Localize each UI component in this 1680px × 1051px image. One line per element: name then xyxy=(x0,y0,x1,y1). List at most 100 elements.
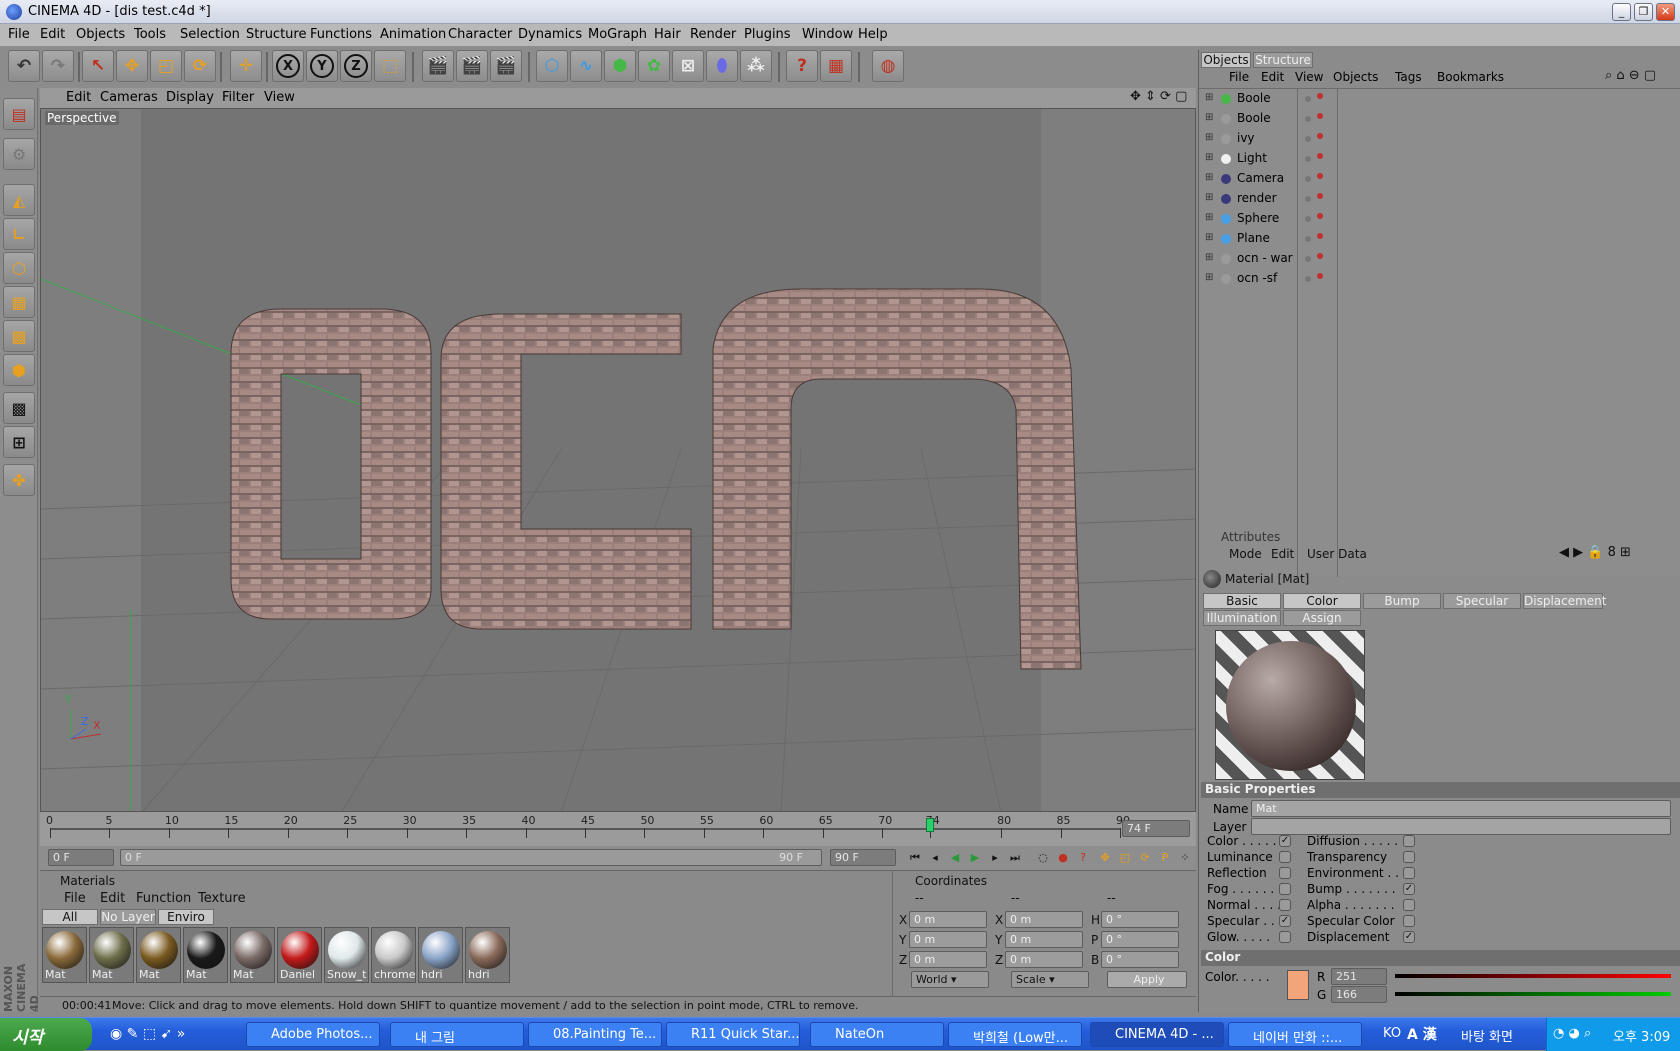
expand-icon[interactable]: ⊞ xyxy=(1205,152,1213,163)
expand-icon[interactable]: ⊞ xyxy=(1205,272,1213,283)
editor-visibility-dot[interactable] xyxy=(1305,216,1311,222)
timeline-ruler[interactable]: 051015202530354045505560657074808590 74 … xyxy=(40,812,1196,846)
cube-object-icon[interactable]: ⬡ xyxy=(536,50,568,82)
channel-checkbox[interactable] xyxy=(1279,851,1291,863)
menu-file[interactable]: File xyxy=(8,27,30,42)
expand-icon[interactable]: ⊞ xyxy=(1205,132,1213,143)
menu-animation[interactable]: Animation xyxy=(380,27,446,42)
editor-visibility-dot[interactable] xyxy=(1305,256,1311,262)
materials-menu-edit[interactable]: Edit xyxy=(100,891,125,906)
attr-tab-displacement[interactable]: Displacement xyxy=(1523,593,1607,609)
render-visibility-dot[interactable] xyxy=(1317,153,1323,159)
taskbar-item[interactable]: 박희철 (Low만... xyxy=(948,1022,1082,1047)
material-swatch[interactable]: chrome xyxy=(371,927,416,983)
rotation-key-icon[interactable]: ⟳ xyxy=(1136,849,1154,867)
object-name[interactable]: Boole xyxy=(1237,91,1271,105)
render-view-icon[interactable]: 🎬 xyxy=(422,50,454,82)
editor-visibility-dot[interactable] xyxy=(1305,196,1311,202)
live-selection-icon[interactable]: ↖ xyxy=(82,50,114,82)
render-settings-icon[interactable]: 🎬 xyxy=(490,50,522,82)
texture-mode-icon[interactable]: ▩ xyxy=(3,392,35,424)
play-backward-icon[interactable]: ◀ xyxy=(946,849,964,867)
spline-icon[interactable]: ∿ xyxy=(570,50,602,82)
material-swatch[interactable]: Snow_t xyxy=(324,927,369,983)
objects-menu-objects[interactable]: Objects xyxy=(1333,70,1378,84)
points-mode-icon[interactable]: ⬡ xyxy=(3,252,35,284)
object-row[interactable]: ⊞ render xyxy=(1199,189,1680,209)
render-visibility-dot[interactable] xyxy=(1317,253,1323,259)
go-to-start-icon[interactable]: ⏮ xyxy=(906,849,924,867)
editor-visibility-dot[interactable] xyxy=(1305,156,1311,162)
tray-icons[interactable]: ◔ ◕ ⌕ xyxy=(1553,1026,1591,1041)
material-swatch[interactable]: hdri xyxy=(465,927,510,983)
r-value-field[interactable]: 251 xyxy=(1331,968,1387,985)
attr-tab-bump[interactable]: Bump xyxy=(1363,593,1441,609)
material-preview[interactable] xyxy=(1215,630,1365,780)
object-name[interactable]: Light xyxy=(1237,151,1267,165)
end-frame-field[interactable]: 90 F xyxy=(830,849,896,866)
object-row[interactable]: ⊞ Sphere xyxy=(1199,209,1680,229)
render-visibility-dot[interactable] xyxy=(1317,113,1323,119)
menu-mograph[interactable]: MoGraph xyxy=(588,27,647,42)
editor-visibility-dot[interactable] xyxy=(1305,96,1311,102)
object-row[interactable]: ⊞ ivy xyxy=(1199,129,1680,149)
material-layer-field[interactable] xyxy=(1251,818,1671,835)
z-axis-lock-icon[interactable]: Z xyxy=(340,50,372,82)
channel-checkbox[interactable] xyxy=(1403,915,1415,927)
pla-key-icon[interactable]: ⁘ xyxy=(1176,849,1194,867)
material-swatch[interactable]: Mat xyxy=(230,927,275,983)
maximize-button[interactable]: ❐ xyxy=(1634,3,1653,21)
editor-visibility-dot[interactable] xyxy=(1305,236,1311,242)
render-visibility-dot[interactable] xyxy=(1317,213,1323,219)
taskbar-item[interactable]: 네이버 만화 ::... xyxy=(1228,1022,1362,1047)
object-name[interactable]: ocn - war xyxy=(1237,251,1293,265)
coord-value-field[interactable]: 0 m xyxy=(909,951,987,968)
material-name-field[interactable]: Mat xyxy=(1251,800,1671,817)
channel-checkbox[interactable]: ✓ xyxy=(1403,931,1415,943)
objects-search-icon[interactable]: ⌕ ⌂ ⊖ ▢ xyxy=(1605,68,1656,83)
taskbar-item[interactable]: CINEMA 4D - ... xyxy=(1090,1022,1224,1047)
attributes-nav-icons[interactable]: ◀ ▶ 🔒 8 ⊞ xyxy=(1559,545,1631,560)
particle-icon[interactable]: ⁂ xyxy=(740,50,772,82)
apply-button[interactable]: Apply xyxy=(1107,971,1187,988)
object-name[interactable]: Plane xyxy=(1237,231,1270,245)
channel-checkbox[interactable]: ✓ xyxy=(1279,915,1291,927)
preview-range-slider[interactable]: 0 F 90 F xyxy=(120,849,822,866)
render-visibility-dot[interactable] xyxy=(1317,93,1323,99)
material-swatch[interactable]: Mat xyxy=(136,927,181,983)
quick-launch-icons[interactable]: ◉ ✎ ⬚ ➹ » xyxy=(110,1026,185,1042)
materials-tab-no-layer[interactable]: No Layer xyxy=(100,909,156,925)
nurbs-icon[interactable]: ⬢ xyxy=(604,50,636,82)
perspective-viewport[interactable]: Perspective Y Z X xyxy=(40,108,1196,812)
objects-menu-bookmarks[interactable]: Bookmarks xyxy=(1437,70,1504,84)
menu-edit[interactable]: Edit xyxy=(40,27,65,42)
menu-plugins[interactable]: Plugins xyxy=(744,27,791,42)
world-axis-icon[interactable]: ✛ xyxy=(230,50,262,82)
expand-icon[interactable]: ⊞ xyxy=(1205,232,1213,243)
help-cursor-icon[interactable]: ? xyxy=(786,50,818,82)
channel-checkbox[interactable] xyxy=(1403,835,1415,847)
attributes-menu-edit[interactable]: Edit xyxy=(1271,547,1294,561)
tab-objects[interactable]: Objects xyxy=(1201,52,1251,68)
r-slider[interactable] xyxy=(1395,974,1671,978)
attr-tab-specular[interactable]: Specular xyxy=(1443,593,1521,609)
taskbar-item[interactable]: 내 그림 xyxy=(390,1022,524,1047)
object-axis-icon[interactable]: ⚙ xyxy=(3,138,35,170)
language-indicator[interactable]: KO xyxy=(1383,1026,1401,1041)
taskbar-item[interactable]: NateOn xyxy=(810,1022,944,1047)
expand-icon[interactable]: ⊞ xyxy=(1205,192,1213,203)
coordinate-mode-dropdown[interactable]: World ▾ xyxy=(911,971,989,988)
parameter-key-icon[interactable]: P xyxy=(1156,849,1174,867)
next-frame-icon[interactable]: ▸ xyxy=(986,849,1004,867)
viewport-menu-view[interactable]: View xyxy=(264,90,295,105)
expand-icon[interactable]: ⊞ xyxy=(1205,212,1213,223)
object-name[interactable]: ocn -sf xyxy=(1237,271,1277,285)
workplane-icon[interactable]: ⊞ xyxy=(3,426,35,458)
materials-menu-function[interactable]: Function xyxy=(136,891,191,906)
object-name[interactable]: Sphere xyxy=(1237,211,1279,225)
color-swatch[interactable] xyxy=(1287,970,1309,1000)
size-mode-dropdown[interactable]: Scale ▾ xyxy=(1011,971,1089,988)
channel-checkbox[interactable] xyxy=(1403,851,1415,863)
expand-icon[interactable]: ⊞ xyxy=(1205,92,1213,103)
objects-menu-tags[interactable]: Tags xyxy=(1395,70,1422,84)
